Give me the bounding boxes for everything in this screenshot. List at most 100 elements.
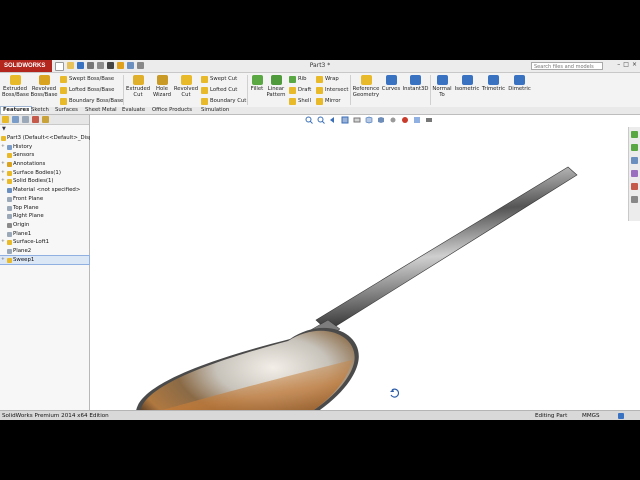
isometric-button[interactable]: Isometric (454, 75, 480, 92)
file-properties-icon[interactable] (127, 62, 134, 69)
instant3d-button[interactable]: Instant3D (402, 75, 429, 92)
tab-office-products[interactable]: Office Products (150, 107, 194, 114)
feature-manager-panel: ▼ Part3 (Default<<Default>_Disp + Histor… (0, 115, 92, 410)
expand-icon: + (1, 143, 5, 149)
sweep-icon (7, 257, 12, 263)
tree-item-surface-bodies[interactable]: + Surface Bodies(1) (0, 169, 89, 178)
tree-item-origin[interactable]: Origin (0, 221, 89, 230)
tab-sketch[interactable]: Sketch (29, 107, 51, 114)
tree-item-right-plane[interactable]: Right Plane (0, 212, 89, 221)
graphics-area[interactable] (90, 115, 640, 410)
tree-item-sensors[interactable]: Sensors (0, 151, 89, 160)
swept-boss-button[interactable]: Swept Boss/Base (60, 74, 114, 84)
hole-wizard-button[interactable]: Hole Wizard (151, 75, 173, 98)
open-icon[interactable] (67, 62, 74, 69)
property-manager-tab-icon[interactable] (12, 116, 19, 123)
revolved-boss-button[interactable]: Revolved Boss/Base (30, 75, 58, 98)
design-library-icon[interactable] (631, 144, 638, 151)
help-icon[interactable] (618, 413, 624, 419)
tree-item-plane1[interactable]: Plane1 (0, 230, 89, 239)
print-icon[interactable] (87, 62, 94, 69)
options-icon[interactable] (137, 62, 144, 69)
wrap-icon (316, 75, 323, 83)
configuration-manager-tab-icon[interactable] (22, 116, 29, 123)
annotations-icon (7, 162, 12, 168)
close-button[interactable]: × (632, 61, 637, 68)
lofted-cut-button[interactable]: Lofted Cut (201, 85, 237, 95)
shell-button[interactable]: Shell (289, 96, 311, 106)
draft-button[interactable]: Draft (289, 85, 311, 95)
wrap-button[interactable]: Wrap (316, 74, 339, 84)
save-icon[interactable] (77, 62, 84, 69)
dimetric-label: Dimetric (508, 86, 531, 92)
intersect-icon (316, 86, 323, 94)
normal-to-button[interactable]: Normal To (431, 75, 453, 98)
minimize-button[interactable]: – (617, 61, 620, 68)
extruded-boss-button[interactable]: Extruded Boss/Base (2, 75, 30, 98)
solidworks-resources-icon[interactable] (631, 131, 638, 138)
select-icon[interactable] (107, 62, 114, 69)
units-selector[interactable]: MMGS (582, 411, 600, 420)
linear-pattern-button[interactable]: Linear Pattern (265, 75, 287, 98)
view-palette-icon[interactable] (631, 170, 638, 177)
tree-item-label: Front Plane (13, 195, 44, 202)
reference-geometry-button[interactable]: Reference Geometry (352, 75, 380, 98)
display-manager-tab-icon[interactable] (42, 116, 49, 123)
plane-icon (7, 196, 12, 202)
isometric-icon (461, 75, 473, 85)
tree-item-plane2[interactable]: Plane2 (0, 247, 89, 256)
tab-simulation[interactable]: Simulation (199, 107, 231, 114)
tree-root[interactable]: Part3 (Default<<Default>_Disp (0, 134, 92, 143)
status-bar: SolidWorks Premium 2014 x64 Edition Edit… (0, 410, 640, 420)
curves-button[interactable]: Curves (381, 75, 401, 92)
expand-icon: + (1, 239, 5, 245)
feature-manager-tab-icon[interactable] (2, 116, 9, 123)
dimetric-button[interactable]: Dimetric (507, 75, 532, 92)
tab-features[interactable]: Features (0, 106, 33, 114)
lofted-boss-button[interactable]: Lofted Boss/Base (60, 85, 114, 95)
search-input[interactable]: Search files and models (531, 62, 603, 70)
fillet-button[interactable]: Fillet (249, 75, 265, 92)
new-icon[interactable] (55, 62, 64, 71)
expand-icon: + (1, 161, 5, 167)
tree-item-front-plane[interactable]: Front Plane (0, 195, 89, 204)
tree-item-material[interactable]: Material <not specified> (0, 186, 89, 195)
trimetric-button[interactable]: Trimetric (480, 75, 507, 92)
solidworks-logo[interactable]: SOLIDWORKS (0, 60, 52, 72)
boundary-cut-button[interactable]: Boundary Cut (201, 96, 246, 106)
swept-cut-button[interactable]: Swept Cut (201, 74, 237, 84)
undo-icon[interactable] (97, 62, 104, 69)
dimxpert-tab-icon[interactable] (32, 116, 39, 123)
custom-properties-icon[interactable] (631, 196, 638, 203)
filter-icon[interactable]: ▼ (2, 126, 6, 132)
rib-button[interactable]: Rib (289, 74, 307, 84)
rebuild-icon[interactable] (117, 62, 124, 69)
mirror-icon (316, 97, 323, 105)
extruded-cut-button[interactable]: Extruded Cut (126, 75, 150, 98)
intersect-button[interactable]: Intersect (316, 85, 348, 95)
tab-sheet-metal[interactable]: Sheet Metal (83, 107, 119, 114)
lofted-boss-label: Lofted Boss/Base (69, 87, 115, 93)
fillet-label: Fillet (250, 86, 264, 92)
tab-surfaces[interactable]: Surfaces (53, 107, 80, 114)
revolved-cut-label: Revolved Cut (173, 86, 199, 98)
extruded-boss-label: Extruded Boss/Base (2, 86, 30, 98)
tree-item-annotations[interactable]: + Annotations (0, 160, 89, 169)
tree-item-history[interactable]: + History (0, 143, 89, 152)
origin-icon (7, 222, 12, 228)
appearances-icon[interactable] (631, 183, 638, 190)
plane-icon (7, 231, 12, 237)
tree-item-solid-bodies[interactable]: + Solid Bodies(1) (0, 177, 89, 186)
maximize-button[interactable]: □ (623, 61, 629, 68)
tree-item-sweep1[interactable]: + Sweep1 (0, 254, 90, 266)
tree-item-top-plane[interactable]: Top Plane (0, 204, 89, 213)
tab-evaluate[interactable]: Evaluate (120, 107, 147, 114)
mirror-button[interactable]: Mirror (316, 96, 341, 106)
plane-icon (7, 214, 12, 220)
tree-item-surface-loft1[interactable]: + Surface-Loft1 (0, 238, 89, 247)
linear-pattern-icon (270, 75, 282, 85)
file-explorer-icon[interactable] (631, 157, 638, 164)
revolved-cut-button[interactable]: Revolved Cut (173, 75, 199, 98)
boundary-boss-button[interactable]: Boundary Boss/Base (60, 96, 123, 106)
spoon-model[interactable] (90, 115, 640, 410)
